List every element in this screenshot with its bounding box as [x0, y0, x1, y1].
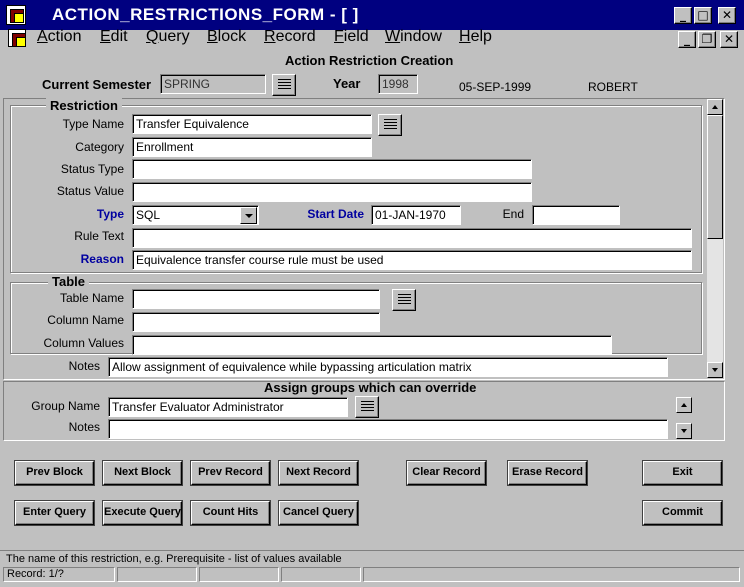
restriction-frame-title: Restriction — [46, 98, 122, 113]
status-cell-3 — [199, 567, 279, 582]
status-value-field[interactable] — [132, 182, 532, 202]
current-semester-label: Current Semester — [42, 77, 152, 92]
rule-text-label: Rule Text — [74, 229, 124, 243]
status-hint: The name of this restriction, e.g. Prere… — [6, 553, 342, 565]
maximize-button[interactable]: □ — [694, 7, 712, 24]
close-button[interactable]: ✕ — [718, 7, 736, 24]
start-date-label: Start Date — [307, 207, 364, 221]
erase-record-button[interactable]: Erase Record — [508, 461, 587, 485]
menu-help[interactable]: Help — [459, 28, 492, 46]
form-heading: Action Restriction Creation — [285, 53, 454, 68]
menu-action[interactable]: Action — [37, 28, 81, 46]
category-field[interactable]: Enrollment — [132, 137, 372, 157]
table-frame-title: Table — [48, 274, 89, 289]
reason-field[interactable]: Equivalence transfer course rule must be… — [132, 250, 692, 270]
notes-field[interactable]: Allow assignment of equivalence while by… — [108, 357, 668, 377]
type-name-lov-button[interactable] — [378, 114, 402, 136]
notes-label: Notes — [68, 359, 100, 373]
menu-block[interactable]: Block — [207, 28, 246, 46]
current-semester-field[interactable]: SPRING — [160, 74, 266, 94]
status-cell-4 — [281, 567, 361, 582]
table-name-lov-button[interactable] — [392, 289, 416, 311]
semester-lov-button[interactable] — [272, 74, 296, 96]
status-type-label: Status Type — [60, 162, 124, 176]
end-label: End — [502, 207, 524, 221]
override-notes-label: Notes — [68, 420, 100, 434]
app-icon[interactable] — [6, 5, 26, 25]
reason-label: Reason — [80, 252, 124, 266]
menu-edit[interactable]: Edit — [100, 28, 128, 46]
column-values-label: Column Values — [43, 336, 124, 350]
list-icon — [384, 119, 397, 131]
clear-record-button[interactable]: Clear Record — [407, 461, 486, 485]
minimize-button[interactable]: _ — [674, 7, 692, 24]
window-title: ACTION_RESTRICTIONS_FORM - [ ] — [52, 5, 359, 24]
column-values-field[interactable] — [132, 335, 612, 355]
prev-record-button[interactable]: Prev Record — [191, 461, 270, 485]
status-divider — [0, 550, 744, 551]
record-indicator: Record: 1/? — [3, 567, 115, 582]
scroll-thumb[interactable] — [707, 115, 723, 239]
child-restore-button[interactable]: ❐ — [698, 31, 716, 48]
commit-button[interactable]: Commit — [643, 501, 722, 525]
group-name-field[interactable]: Transfer Evaluator Administrator — [108, 397, 348, 417]
override-scroll-down-icon[interactable] — [676, 423, 692, 439]
start-date-field[interactable]: 01-JAN-1970 — [371, 205, 461, 225]
status-cell-2 — [117, 567, 197, 582]
child-close-button[interactable]: ✕ — [720, 31, 738, 48]
column-name-label: Column Name — [47, 313, 124, 327]
enter-query-button[interactable]: Enter Query — [15, 501, 94, 525]
list-icon — [278, 79, 291, 91]
list-icon — [398, 294, 411, 306]
status-value-label: Status Value — [56, 184, 124, 198]
next-record-button[interactable]: Next Record — [279, 461, 358, 485]
table-name-field[interactable] — [132, 289, 380, 309]
override-notes-field[interactable] — [108, 419, 668, 439]
menu-window[interactable]: Window — [385, 28, 442, 46]
status-type-field[interactable] — [132, 159, 532, 179]
year-field[interactable]: 1998 — [378, 74, 418, 94]
status-cell-5 — [363, 567, 740, 582]
exit-button[interactable]: Exit — [643, 461, 722, 485]
end-date-field[interactable] — [532, 205, 620, 225]
year-label: Year — [333, 76, 361, 91]
group-name-label: Group Name — [31, 399, 100, 413]
current-user: ROBERT — [588, 80, 638, 94]
title-bar: ACTION_RESTRICTIONS_FORM - [ ] _ □ ✕ — [0, 0, 744, 30]
chevron-down-icon[interactable] — [240, 207, 257, 224]
menu-field[interactable]: Field — [334, 28, 369, 46]
document-icon[interactable] — [8, 29, 26, 47]
menu-bar: Action Edit Query Block Record Field Win… — [0, 28, 744, 50]
override-scroll-up-icon[interactable] — [676, 397, 692, 413]
list-icon — [361, 401, 374, 413]
menu-query[interactable]: Query — [146, 28, 190, 46]
count-hits-button[interactable]: Count Hits — [191, 501, 270, 525]
execute-query-button[interactable]: Execute Query — [103, 501, 182, 525]
column-name-field[interactable] — [132, 312, 380, 332]
cancel-query-button[interactable]: Cancel Query — [279, 501, 358, 525]
type-label: Type — [96, 207, 124, 221]
category-label: Category — [75, 140, 124, 154]
override-heading: Assign groups which can override — [264, 380, 477, 395]
current-date: 05-SEP-1999 — [459, 80, 532, 94]
next-block-button[interactable]: Next Block — [103, 461, 182, 485]
scroll-up-icon[interactable] — [707, 99, 723, 115]
child-minimize-button[interactable]: _ — [678, 31, 696, 48]
type-name-label: Type Name — [62, 117, 124, 131]
scroll-down-icon[interactable] — [707, 362, 723, 378]
rule-text-field[interactable] — [132, 228, 692, 248]
prev-block-button[interactable]: Prev Block — [15, 461, 94, 485]
group-name-lov-button[interactable] — [355, 396, 379, 418]
table-name-label: Table Name — [59, 291, 124, 305]
type-name-field[interactable]: Transfer Equivalence — [132, 114, 372, 134]
menu-record[interactable]: Record — [264, 28, 316, 46]
